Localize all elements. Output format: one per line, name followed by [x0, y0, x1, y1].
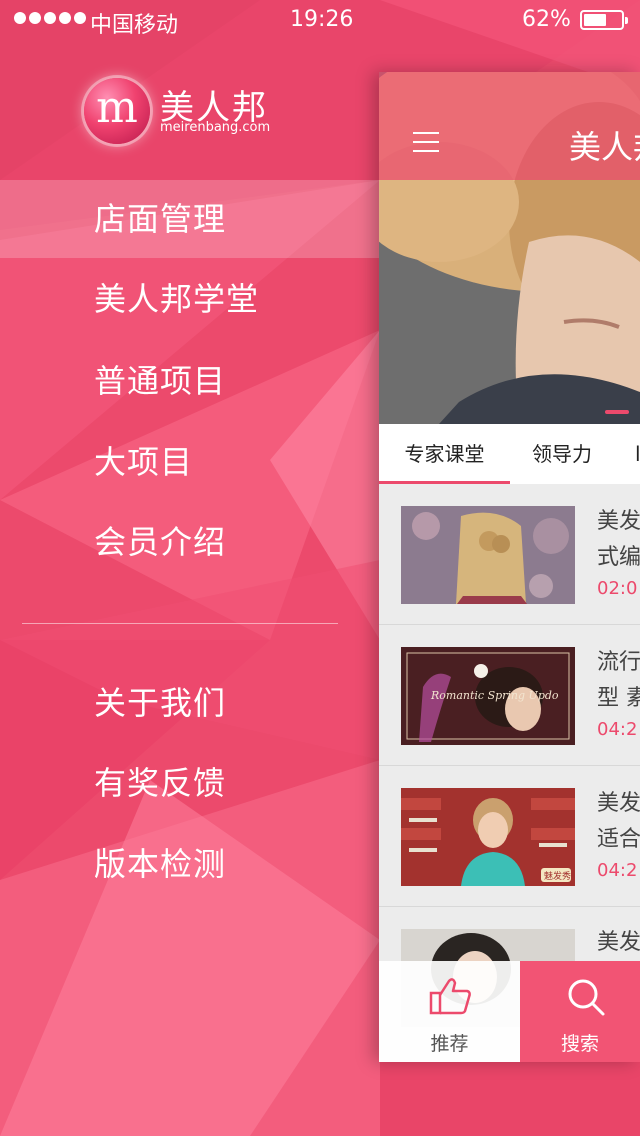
- bottom-tab-bar: 推荐 搜索: [379, 961, 640, 1062]
- menu-item-big-projects[interactable]: 大项目: [0, 423, 380, 501]
- app-logo: m: [84, 78, 150, 144]
- signal-strength-icon: [14, 12, 86, 24]
- page-title: 美人邦: [569, 128, 640, 166]
- thumbnail-caption: Romantic Spring Updo: [430, 689, 559, 702]
- menu-item-feedback[interactable]: 有奖反馈: [0, 744, 380, 822]
- list-item[interactable]: Romantic Spring Updo 流行型 素 04:2: [379, 625, 640, 766]
- top-navigation-bar: 美人邦: [379, 72, 640, 180]
- video-duration: 02:0: [597, 578, 638, 599]
- tab-search-label: 搜索: [560, 1033, 599, 1055]
- status-bar: 中国移动 19:26 62%: [0, 0, 640, 40]
- video-duration: 04:2: [597, 860, 638, 881]
- carousel-indicator: [605, 410, 629, 414]
- video-thumbnail: [401, 506, 575, 604]
- video-title: 美发 适合: [597, 791, 640, 852]
- video-title: 流行型 素: [597, 650, 640, 711]
- category-tabs: 专家课堂 领导力 l: [379, 424, 640, 484]
- menu-item-version-check[interactable]: 版本检测: [0, 825, 380, 903]
- tab-leadership[interactable]: 领导力: [532, 424, 592, 484]
- video-thumbnail: Romantic Spring Updo: [401, 647, 575, 745]
- video-thumbnail: 魅发秀: [401, 788, 575, 886]
- battery-icon: [580, 10, 628, 30]
- tab-expert-class[interactable]: 专家课堂: [379, 424, 510, 484]
- list-item[interactable]: 魅发秀 美发 适合 04:2: [379, 766, 640, 907]
- search-icon: [568, 979, 605, 1016]
- menu-divider: [22, 623, 338, 624]
- menu-item-membership[interactable]: 会员介绍: [0, 503, 380, 581]
- status-time: 19:26: [290, 7, 354, 32]
- app-domain: meirenbang.com: [160, 120, 271, 135]
- tab-search[interactable]: 搜索: [520, 961, 640, 1062]
- battery-percent: 62%: [522, 7, 571, 32]
- tab-recommend-label: 推荐: [430, 1033, 469, 1055]
- menu-item-about-us[interactable]: 关于我们: [0, 664, 380, 742]
- main-content-panel: 美人邦 专家课堂 领导力 l 美发式编 02:0: [379, 72, 640, 1062]
- menu-item-academy[interactable]: 美人邦学堂: [0, 260, 380, 338]
- video-title: 美发: [597, 930, 640, 955]
- thumbs-up-icon: [429, 978, 471, 1015]
- carrier-name: 中国移动: [90, 13, 179, 38]
- tab-recommend[interactable]: 推荐: [379, 961, 520, 1062]
- thumbnail-caption: 魅发秀: [544, 870, 571, 882]
- menu-item-store-management[interactable]: 店面管理: [0, 180, 380, 258]
- tab-more[interactable]: l: [635, 424, 640, 484]
- video-duration: 04:2: [597, 719, 638, 740]
- list-item[interactable]: 美发 式编 02:0: [379, 484, 640, 625]
- video-title: 美发 式编: [597, 509, 640, 570]
- menu-item-regular-projects[interactable]: 普通项目: [0, 342, 380, 420]
- menu-icon[interactable]: [413, 132, 439, 152]
